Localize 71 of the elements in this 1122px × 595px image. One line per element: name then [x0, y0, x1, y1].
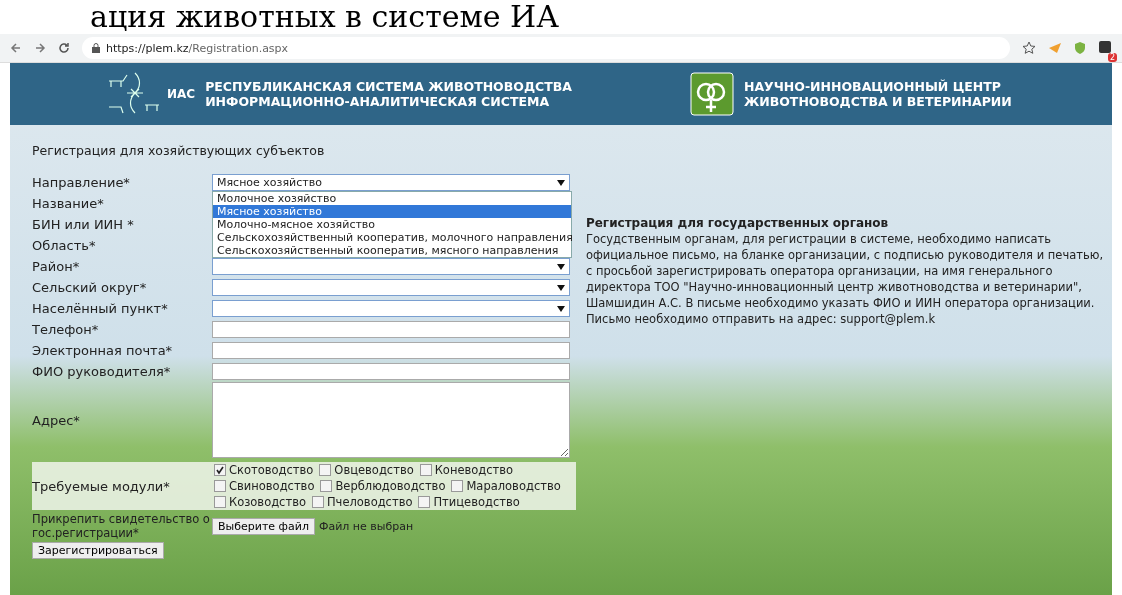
field-label: Населённый пункт*	[32, 301, 169, 316]
checkbox[interactable]	[311, 496, 324, 508]
dropdown-option[interactable]: Сельскохозяйственный кооператив, мясного направления	[213, 244, 571, 257]
url-text: https://plem.kz/Registration.aspx	[106, 41, 289, 55]
field-label: Область*	[32, 238, 97, 253]
forward-icon[interactable]	[34, 42, 46, 54]
checkbox[interactable]	[214, 496, 226, 508]
field-label: Направление*	[32, 175, 131, 190]
extension-icon[interactable]	[1098, 39, 1112, 54]
checkbox[interactable]	[319, 464, 332, 476]
field-label: Сельский округ*	[32, 280, 148, 295]
lock-icon	[92, 43, 100, 53]
dropdown-option[interactable]: Молочно-мясное хозяйство	[213, 218, 571, 231]
select-field[interactable]	[212, 258, 570, 275]
checkbox[interactable]	[320, 480, 333, 492]
dropdown-option[interactable]: Сельскохозяйственный кооператив, молочного направления	[213, 231, 571, 244]
dropdown-arrow-icon	[557, 305, 565, 312]
field-label: Электронная почта*	[32, 343, 174, 358]
dropdown-option[interactable]: Мясное хозяйство	[213, 205, 571, 218]
text-field[interactable]	[212, 363, 570, 380]
header-title: ИНФОРМАЦИОННО-АНАЛИТИЧЕСКАЯ СИСТЕМА	[205, 94, 551, 109]
select-field[interactable]	[212, 279, 570, 296]
checkbox-label: Скотоводство	[229, 462, 314, 478]
file-status: Файл не выбран	[318, 519, 414, 533]
dropdown-arrow-icon	[557, 284, 565, 291]
shield-icon[interactable]	[1074, 41, 1086, 55]
back-icon[interactable]	[10, 42, 22, 54]
section-title: Регистрация для государственных органов	[585, 215, 890, 231]
field-label: Адрес*	[32, 412, 81, 428]
checkbox-label: Овцеводство	[334, 462, 414, 478]
center-logo-icon	[689, 72, 734, 116]
field-label: Название*	[32, 196, 105, 211]
select-field[interactable]: Мясное хозяйство	[212, 174, 570, 191]
dropdown-arrow-icon	[557, 263, 565, 270]
checkbox-label: Коневодство	[434, 462, 514, 478]
address-field[interactable]	[212, 382, 570, 458]
checkbox-label: Свиноводство	[229, 478, 315, 494]
field-label: Требуемые модули*	[32, 478, 171, 494]
field-label: ФИО руководителя*	[32, 364, 172, 379]
logo-text: ИАС	[167, 87, 196, 101]
checkbox-label: Верблюдоводство	[335, 478, 446, 494]
field-label: Район*	[32, 259, 81, 274]
form-title: Регистрация для хозяйствующих субъектов	[32, 143, 326, 158]
text-field[interactable]	[212, 342, 570, 359]
checkbox[interactable]	[214, 480, 226, 492]
checkbox-label: Пчеловодство	[326, 494, 413, 510]
checkbox[interactable]	[214, 464, 226, 476]
dropdown-option[interactable]: Молочное хозяйство	[213, 192, 571, 205]
choose-file-button[interactable]: Выберите файл	[212, 517, 315, 535]
notification-badge: 2	[1107, 52, 1117, 62]
checkbox[interactable]	[418, 496, 431, 508]
field-label: БИН или ИИН *	[32, 217, 135, 232]
header-title: РЕСПУБЛИКАНСКАЯ СИСТЕМА ЖИВОТНОВОДСТВА	[205, 79, 572, 94]
field-label: Телефон*	[32, 322, 100, 337]
reload-icon[interactable]	[58, 42, 70, 54]
instructions-text: Госудственным органам, для регистрации в системе, необходимо написать официальное письмо, на бланке организации, с подписью руководителя и печатью, с просьбой зарегистрировать оператора организации, на имя генерального директора ТОО "Научно-инновационный центр животноводства и ветеринарии", Шамшидин А.С. В письме необходимо указать ФИО и ИИН оператора организации. Письмо необходимо отправить на адрес: support@plem.k	[585, 231, 1105, 327]
text-field[interactable]	[212, 321, 570, 338]
field-label: Прикрепить свидетельство о гос.регистрации*	[32, 512, 211, 540]
checkbox-label: Мараловодство	[466, 478, 561, 494]
star-icon[interactable]	[1022, 41, 1036, 55]
register-button[interactable]: Зарегистрироваться	[32, 542, 164, 559]
checkbox-label: Козоводство	[229, 494, 306, 510]
address-bar[interactable]: https://plem.kz/Registration.aspx	[82, 37, 1010, 59]
slide-title: ация животных в системе ИА	[89, 0, 560, 34]
header-title: НАУЧНО-ИННОВАЦИОННЫЙ ЦЕНТР	[743, 79, 1002, 94]
checkbox[interactable]	[451, 480, 464, 492]
header-title: ЖИВОТНОВОДСТВА И ВЕТЕРИНАРИИ	[743, 94, 1012, 109]
checkbox-label: Птицеводство	[433, 494, 520, 510]
dropdown-arrow-icon	[557, 179, 565, 186]
checkbox[interactable]	[419, 464, 432, 476]
select-field[interactable]	[212, 300, 570, 317]
